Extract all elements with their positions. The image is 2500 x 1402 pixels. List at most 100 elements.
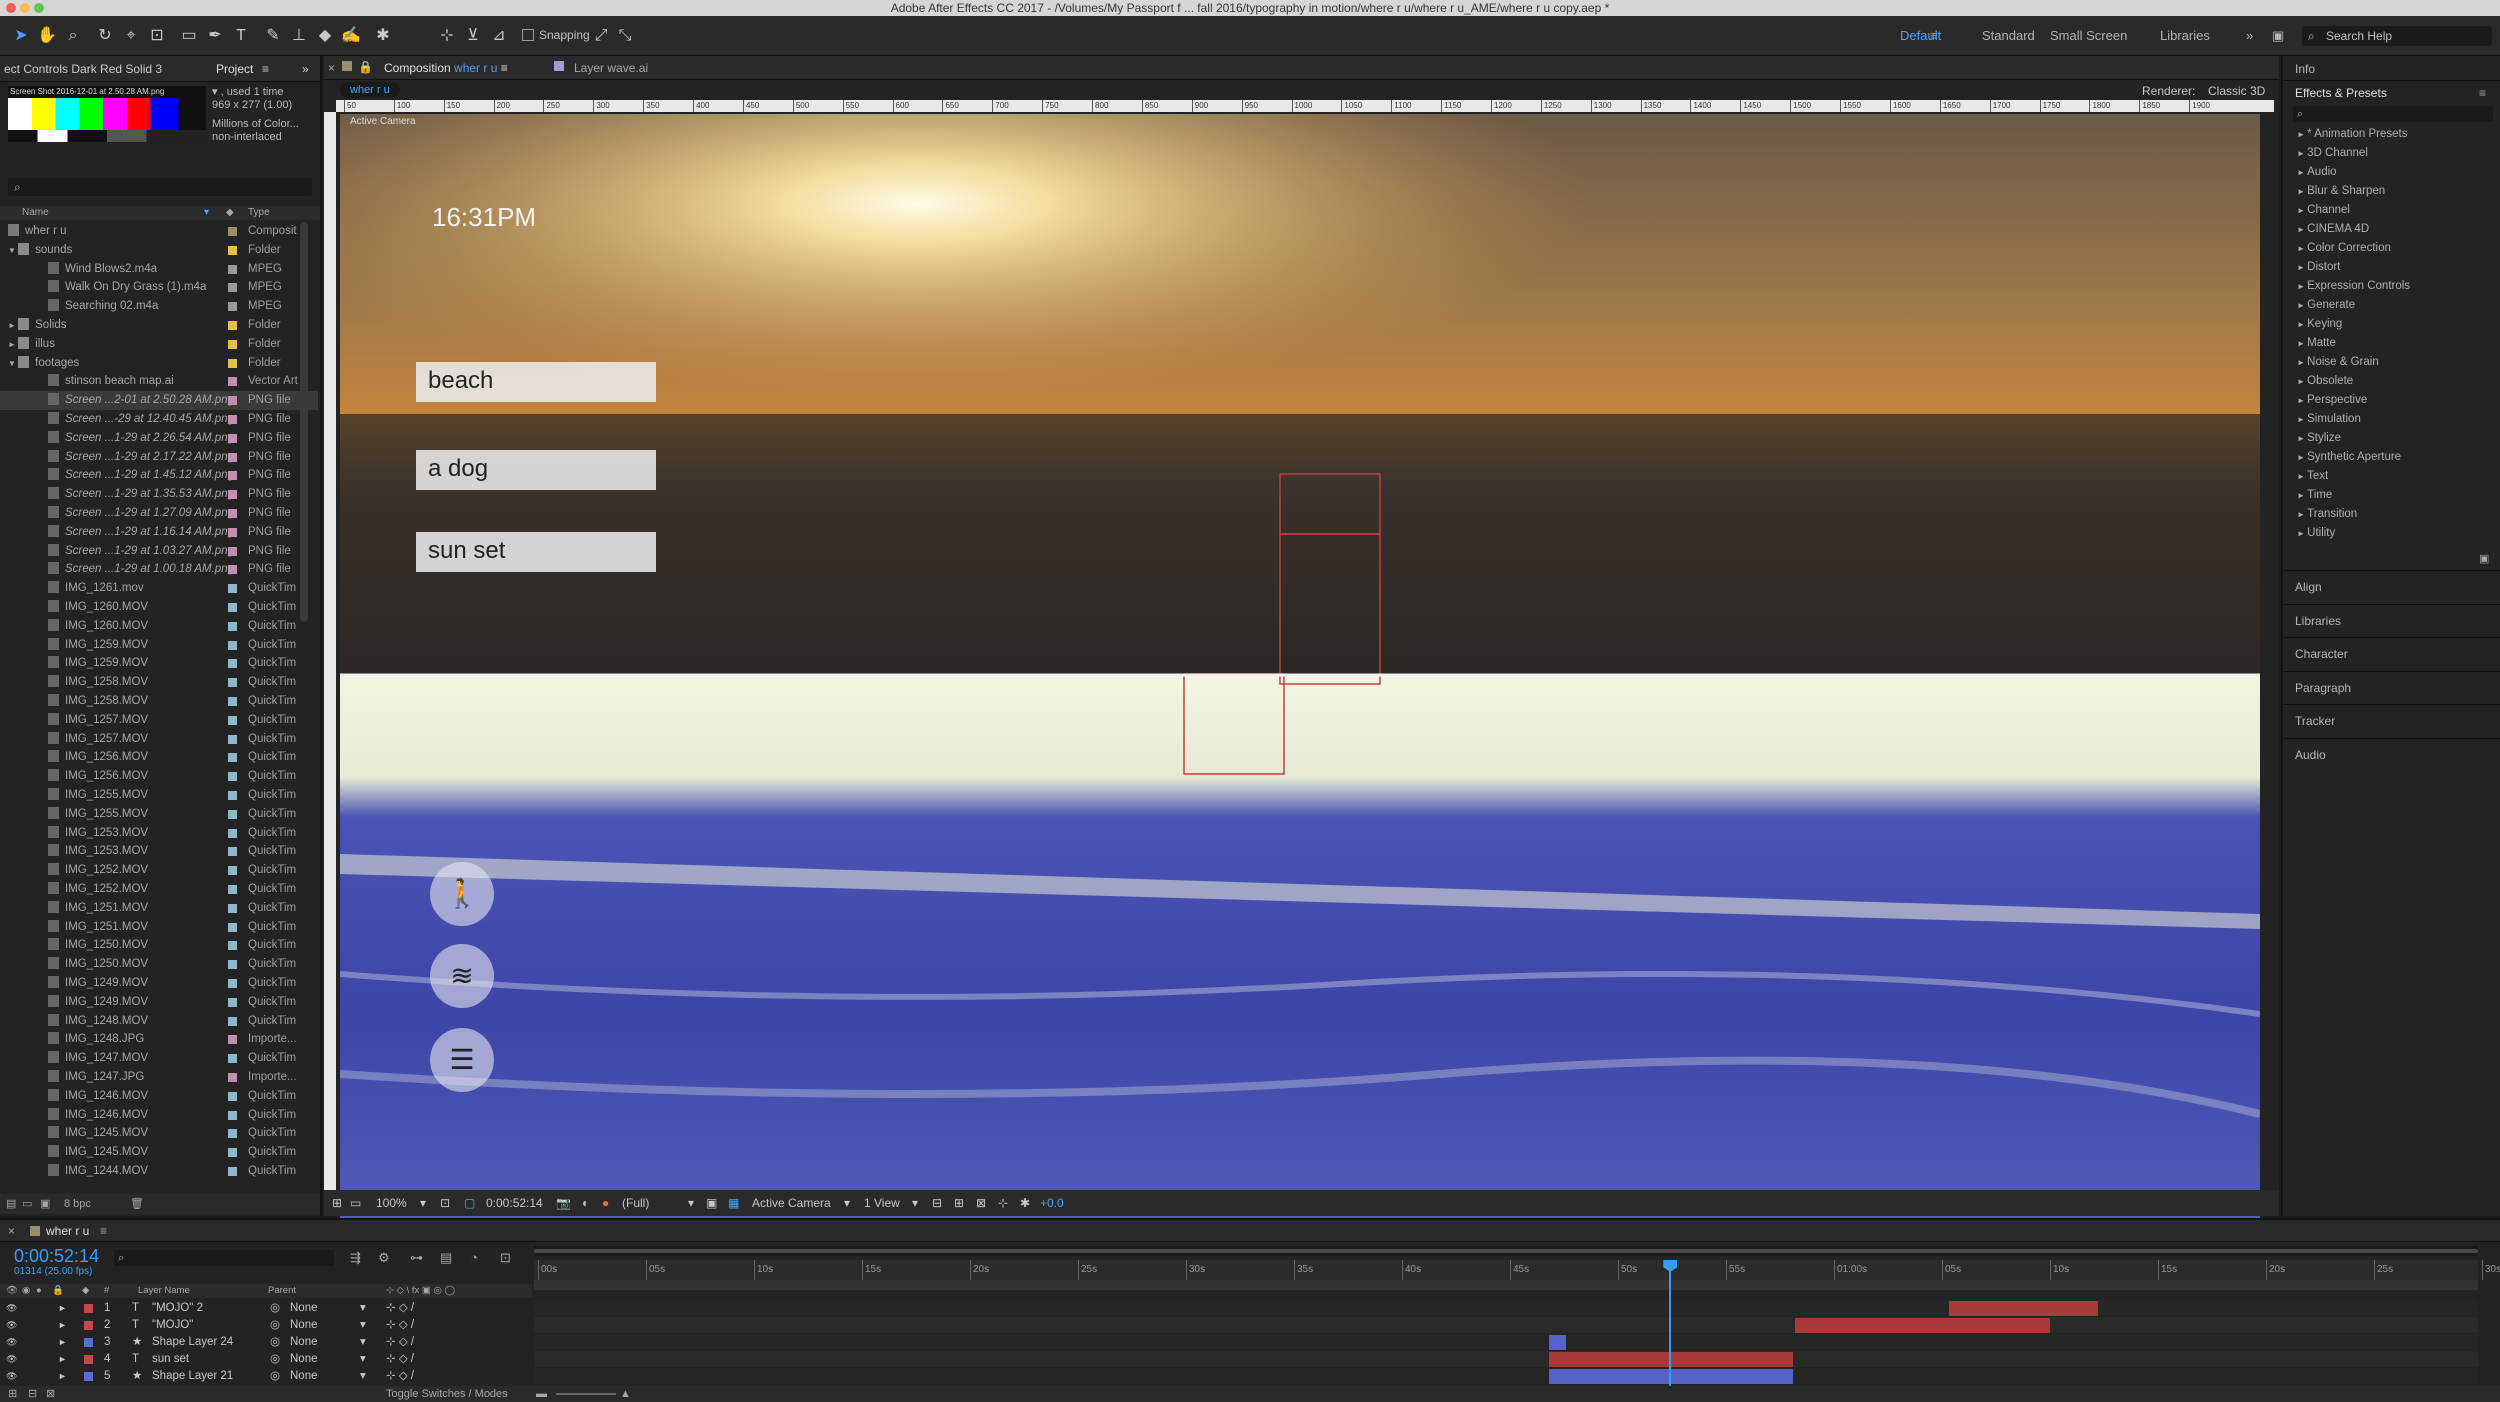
label-color-swatch[interactable] [228, 734, 237, 744]
minimize-window-button[interactable] [20, 3, 30, 13]
toggle-pixel-aspect-icon[interactable]: ⊟ [932, 1190, 942, 1216]
project-item[interactable]: Screen ...2-01 at 2.50.28 AM.png PNG file [0, 391, 318, 410]
fast-previews-icon[interactable]: ⊞ [954, 1190, 964, 1216]
effects-category[interactable]: ► Matte [2297, 337, 2336, 349]
label-color-swatch[interactable] [228, 1091, 237, 1101]
label-color-swatch[interactable] [228, 866, 237, 876]
chevron-down-icon[interactable]: ▾ [360, 1368, 366, 1385]
parent-dropdown[interactable]: None [290, 1317, 318, 1334]
reset-exposure-icon[interactable]: ✱ [1020, 1190, 1030, 1216]
project-item[interactable]: Walk On Dry Grass (1).m4a MPEG [0, 278, 318, 297]
label-color-swatch[interactable] [228, 678, 237, 688]
disclosure-triangle-icon[interactable]: ► [2297, 168, 2307, 177]
zoom-in-icon[interactable]: ▲ [620, 1386, 631, 1402]
project-item[interactable]: IMG_1260.MOV QuickTim [0, 617, 318, 636]
label-color-swatch[interactable] [228, 1167, 237, 1176]
roto-brush-tool-icon[interactable]: ✍ [340, 25, 362, 47]
label-column-icon[interactable]: ◆ [82, 1284, 89, 1298]
project-item[interactable]: Screen ...1-29 at 1.00.18 AM.png PNG file [0, 560, 318, 579]
project-item[interactable]: IMG_1247.MOV QuickTim [0, 1049, 318, 1068]
workspace-menu-icon[interactable]: ≡ [1930, 28, 1938, 43]
exposure-value[interactable]: +0.0 [1040, 1190, 1064, 1216]
label-color-swatch[interactable] [228, 471, 237, 481]
project-item[interactable]: IMG_1246.MOV QuickTim [0, 1087, 318, 1106]
new-folder-icon[interactable]: ▭ [22, 1194, 32, 1214]
layer-duration-bar[interactable] [1795, 1318, 2051, 1333]
layer-row[interactable]: 👁 ► 2 T "MOJO" None ◎ ▾ ⊹ ◇ / [0, 1317, 532, 1334]
project-item[interactable]: IMG_1248.MOV QuickTim [0, 1012, 318, 1031]
camera-tool-icon[interactable]: ⌖ [120, 25, 142, 47]
disclosure-triangle-icon[interactable]: ► [2297, 320, 2307, 329]
selection-tool-icon[interactable]: ➤ [10, 25, 32, 47]
chevron-down-icon[interactable]: ▾ [360, 1351, 366, 1368]
label-color-swatch[interactable] [228, 358, 237, 368]
clone-stamp-tool-icon[interactable]: ⊥ [288, 25, 310, 47]
layer-duration-bar[interactable] [1549, 1335, 1567, 1350]
mask-visibility-icon[interactable]: ▢ [464, 1190, 475, 1216]
in-out-icon[interactable]: ⊠ [46, 1386, 55, 1402]
panel-section-character[interactable]: Character [2295, 647, 2348, 661]
project-item[interactable]: Screen ...-29 at 12.40.45 AM.png PNG file [0, 410, 318, 429]
label-color-swatch[interactable] [228, 828, 237, 838]
type-tool-icon[interactable]: T [230, 25, 252, 47]
label-color-swatch[interactable] [228, 264, 237, 274]
label-color-swatch[interactable] [228, 640, 237, 650]
effects-category[interactable]: ► Synthetic Aperture [2297, 451, 2401, 463]
layer-label-swatch[interactable] [84, 1304, 93, 1313]
layer-row[interactable]: 👁 ► 1 T "MOJO" 2 None ◎ ▾ ⊹ ◇ / [0, 1300, 532, 1317]
project-item[interactable]: IMG_1257.MOV QuickTim [0, 730, 318, 749]
project-scrollbar[interactable] [300, 222, 308, 622]
layer-name-column-header[interactable]: Layer Name [138, 1284, 190, 1298]
effects-category[interactable]: ► * Animation Presets [2297, 128, 2408, 140]
label-color-swatch[interactable] [228, 922, 237, 932]
word-sun-set[interactable]: sun set [416, 532, 656, 572]
current-time-display[interactable]: 0:00:52:14 [486, 1190, 543, 1216]
project-item[interactable]: IMG_1245.MOV QuickTim [0, 1124, 318, 1143]
project-folder[interactable]: ▼ sounds Folder [0, 241, 318, 260]
layer-switches[interactable]: ⊹ ◇ / [386, 1334, 414, 1351]
panel-layout-icon[interactable]: ▣ [2272, 28, 2284, 44]
timeline-icon[interactable]: ⊠ [976, 1190, 986, 1216]
tab-effect-controls[interactable]: ect Controls Dark Red Solid 3 [4, 56, 162, 82]
switches-column-icon[interactable]: ⊹ ◇ \ fx ▣ ◎ ◯ [386, 1284, 455, 1298]
project-item[interactable]: IMG_1256.MOV QuickTim [0, 748, 318, 767]
label-color-swatch[interactable] [228, 659, 237, 669]
expand-layer-icon[interactable]: ► [58, 1368, 67, 1385]
type-column-header[interactable]: Type [248, 206, 270, 220]
label-color-swatch[interactable] [228, 979, 237, 988]
zoom-out-icon[interactable]: ▬ [536, 1386, 547, 1402]
chevron-down-icon[interactable]: ▾ [688, 1190, 694, 1216]
layer-switches[interactable]: ⊹ ◇ / [386, 1351, 414, 1368]
project-item[interactable]: IMG_1259.MOV QuickTim [0, 636, 318, 655]
project-item[interactable]: Screen ...1-29 at 1.27.09 AM.png PNG file [0, 504, 318, 523]
layer-row[interactable]: 👁 ► 3 ★ Shape Layer 24 None ◎ ▾ ⊹ ◇ / [0, 1334, 532, 1351]
renderer-value[interactable]: Classic 3D [2208, 84, 2265, 98]
disclosure-triangle-icon[interactable]: ► [2297, 396, 2307, 405]
chevron-down-icon[interactable]: ▾ [844, 1190, 850, 1216]
label-color-swatch[interactable] [228, 1110, 237, 1120]
effects-category[interactable]: ► Color Correction [2297, 242, 2391, 254]
project-item[interactable]: IMG_1251.MOV QuickTim [0, 899, 318, 918]
project-item[interactable]: Screen ...1-29 at 1.16.14 AM.png PNG file [0, 523, 318, 542]
project-item[interactable]: Screen ...1-29 at 1.03.27 AM.png PNG file [0, 542, 318, 561]
delete-icon[interactable]: 🗑 [130, 1194, 144, 1214]
pick-whip-icon[interactable]: ◎ [270, 1334, 280, 1351]
person-icon[interactable]: 🚶 [430, 862, 494, 926]
snapping-checkbox[interactable] [522, 29, 534, 41]
sunset-icon[interactable]: ☰ [430, 1028, 494, 1092]
color-depth-label[interactable]: 8 bpc [64, 1194, 91, 1214]
layer-duration-bar[interactable] [1948, 1301, 2098, 1316]
word-a-dog[interactable]: a dog [416, 450, 656, 490]
pick-whip-icon[interactable]: ◎ [270, 1368, 280, 1385]
effects-category[interactable]: ► Channel [2297, 204, 2350, 216]
info-panel-header[interactable]: Info [2295, 62, 2315, 76]
new-composition-icon[interactable]: ▣ [40, 1194, 50, 1214]
playhead[interactable] [1663, 1260, 1678, 1390]
project-item[interactable]: Screen ...1-29 at 1.45.12 AM.png PNG file [0, 466, 318, 485]
label-color-swatch[interactable] [228, 791, 237, 800]
parent-dropdown[interactable]: None [290, 1334, 318, 1351]
project-item[interactable]: IMG_1245.MOV QuickTim [0, 1143, 318, 1162]
disclosure-triangle-icon[interactable]: ► [2297, 529, 2307, 538]
disclosure-triangle-icon[interactable]: ► [2297, 453, 2307, 462]
project-item[interactable]: IMG_1253.MOV QuickTim [0, 824, 318, 843]
